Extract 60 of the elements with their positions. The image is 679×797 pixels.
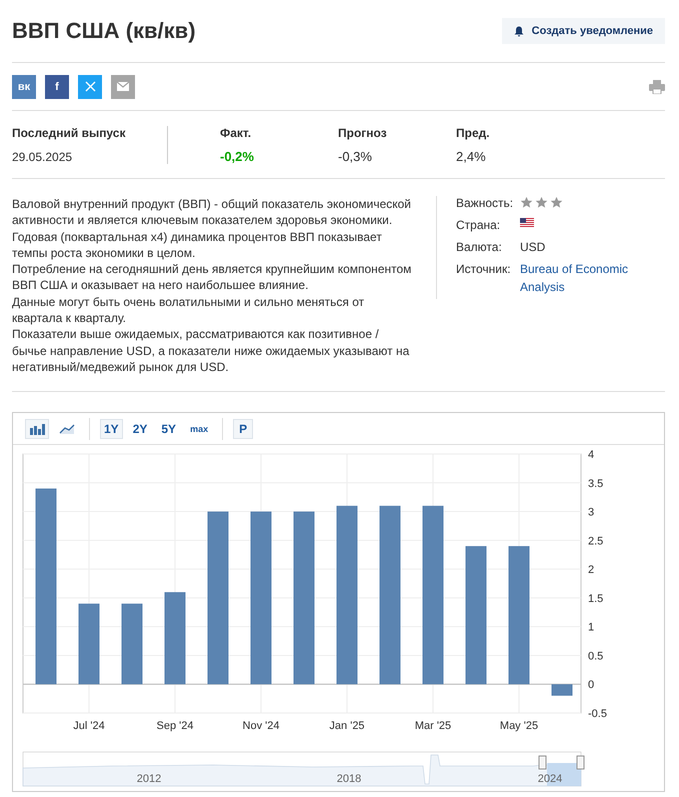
info-label: Источник: (456, 262, 512, 278)
x-logo-icon (84, 81, 96, 92)
stat-label: Прогноз (338, 126, 388, 140)
page-title: ВВП США (кв/кв) (12, 18, 196, 44)
description-paragraph: Показатели выше ожидаемых, рассматриваются как позитивное / бычье направление USD, а показатели ниже ожидаемых указывают на негативный/медвежий рынок для USD. (12, 326, 410, 376)
range-handle[interactable] (576, 756, 584, 770)
star-icon (535, 196, 548, 209)
range-button[interactable]: 1Y (100, 418, 123, 439)
x-axis-label: Sep '24 (156, 720, 194, 732)
stat-value: -0,2% (220, 148, 255, 164)
release-date: 29.05.2025 (12, 150, 74, 164)
bell-icon (514, 26, 524, 36)
y-axis-label: -0.5 (588, 708, 607, 720)
y-axis-label: 0.5 (588, 650, 604, 663)
vk-share-button[interactable]: вк (12, 74, 36, 98)
source-link[interactable]: Bureau of Economic Analysis (520, 260, 640, 296)
info-label: Важность: (456, 196, 514, 210)
navigator-year-label: 2018 (336, 773, 362, 786)
x-axis-label: May '25 (500, 720, 538, 732)
bar-chart-icon (29, 422, 45, 435)
y-axis-label: 0 (588, 680, 594, 692)
x-axis-label: Jul '24 (73, 720, 105, 732)
y-axis-label: 3 (588, 506, 594, 519)
y-axis-label: 1 (588, 622, 594, 634)
stat-label: Пред. (456, 126, 491, 140)
x-axis-label: Nov '24 (242, 720, 280, 732)
bar-chart-button[interactable] (25, 418, 49, 439)
y-axis-label: 3.5 (588, 478, 604, 490)
stat-value: -0,3% (338, 148, 373, 164)
navigator-year-label: 2012 (136, 773, 162, 786)
bar (552, 684, 572, 696)
description-paragraph: Данные могут быть очень волатильными и сильно меняться от квартала к кварталу. (12, 294, 366, 326)
facebook-share-button[interactable]: f (45, 74, 69, 98)
percent-button[interactable]: P (233, 418, 254, 439)
star-icon (550, 196, 563, 209)
description-paragraph: Годовая (поквартальная x4) динамика процентов ВВП показывает темпы роста экономики в целом. (12, 228, 383, 262)
x-axis-label: Jan '25 (329, 720, 365, 732)
star-icon (520, 196, 533, 209)
navigator-year-label: 2024 (538, 773, 562, 786)
us-flag-icon (520, 218, 534, 228)
info-label: Валюта: (456, 240, 503, 254)
range-handle[interactable] (538, 756, 546, 770)
stat-label: Последний выпуск (12, 126, 126, 140)
y-axis-label: 2.5 (588, 536, 604, 548)
printer-icon[interactable] (649, 80, 665, 94)
envelope-icon (117, 82, 129, 91)
create-alert-button[interactable]: Создать уведомление (502, 18, 665, 44)
stat-value: 2,4% (456, 148, 487, 164)
description-paragraph: Потребление на сегодняшний день является крупнейшим компонентом ВВП США и оказывает на него наибольшее влияние. (12, 261, 412, 294)
stat-label: Факт. (220, 126, 252, 140)
line-chart-icon (59, 422, 75, 435)
description-paragraph: Валовой внутренний продукт (ВВП) - общий показатель экономической активности и является ключевым показателем здоровья экономики. (12, 196, 412, 229)
x-axis-label: Mar '25 (414, 720, 452, 732)
y-axis-label: 2 (588, 564, 594, 576)
y-axis-label: 4 (588, 449, 594, 462)
y-axis-label: 1.5 (588, 593, 604, 606)
x-share-button[interactable] (78, 74, 102, 98)
email-share-button[interactable] (111, 74, 135, 98)
currency-value: USD (520, 240, 546, 254)
info-label: Страна: (456, 218, 502, 232)
